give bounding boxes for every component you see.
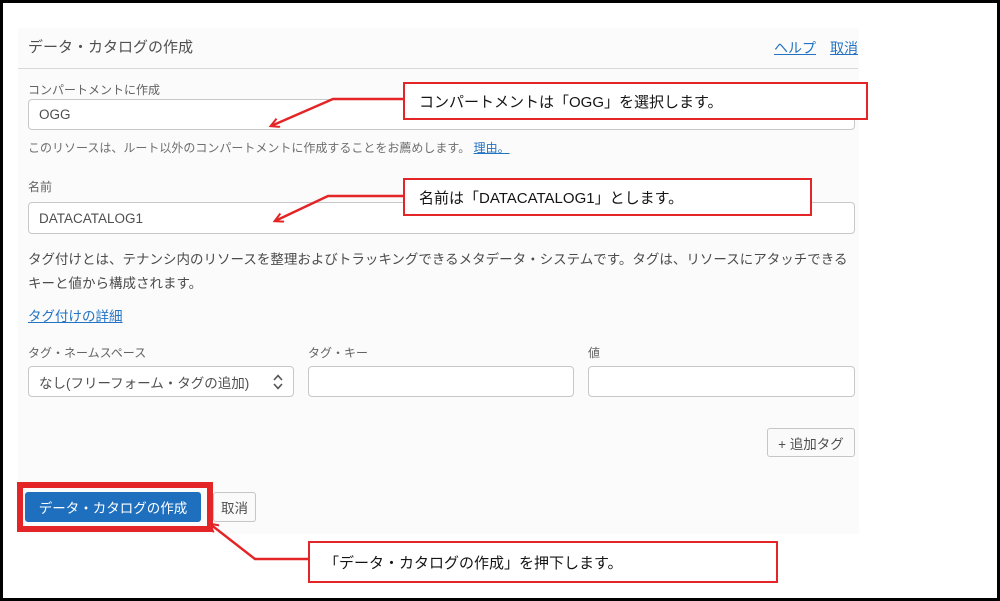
cancel-button[interactable]: 取消 [213,492,256,522]
tag-key-label: タグ・キー [308,346,369,360]
create-data-catalog-button[interactable]: データ・カタログの作成 [25,492,201,522]
tag-namespace-select[interactable]: なし(フリーフォーム・タグの追加) [28,366,294,397]
tag-value-input[interactable] [588,366,855,397]
compartment-annotation: コンパートメントは「OGG」を選択します。 [403,82,868,120]
chevron-up-down-icon [273,373,283,390]
name-label: 名前 [28,180,53,194]
add-tag-button[interactable]: + 追加タグ [767,428,855,457]
tag-namespace-label: タグ・ネームスペース [28,346,147,360]
name-annotation: 名前は「DATACATALOG1」とします。 [403,178,812,216]
header-cancel-link[interactable]: 取消 [830,38,858,58]
header-divider [18,68,858,69]
tag-value-label: 値 [588,346,601,360]
page-title: データ・カタログの作成 [28,39,194,56]
reason-link[interactable]: 理由。 [474,141,510,155]
tagging-details-link[interactable]: タグ付けの詳細 [28,305,123,325]
create-annotation: 「データ・カタログの作成」を押下します。 [308,541,778,583]
tag-key-input[interactable] [308,366,574,397]
compartment-label: コンパートメントに作成 [28,83,161,97]
compartment-helper-text: このリソースは、ルート以外のコンパートメントに作成することをお薦めします。 理由… [28,139,510,156]
screenshot-frame: データ・カタログの作成 ヘルプ 取消 コンパートメントに作成 OGG このリソー… [0,0,1000,601]
tag-namespace-value: なし(フリーフォーム・タグの追加) [39,375,250,391]
header-links: ヘルプ 取消 [774,38,858,58]
compartment-select-value: OGG [39,107,71,122]
compartment-helper-label: このリソースは、ルート以外のコンパートメントに作成することをお薦めします。 [28,141,471,155]
help-link[interactable]: ヘルプ [774,38,816,58]
tagging-description: タグ付けとは、テナンシ内のリソースを整理およびトラッキングできるメタデータ・シス… [28,252,848,291]
